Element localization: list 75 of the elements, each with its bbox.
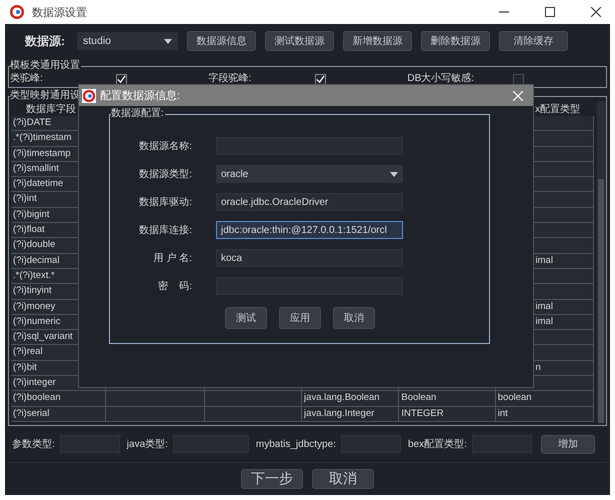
table-cell: (?i)bigint	[13, 208, 50, 220]
footer-button[interactable]: 取消	[312, 469, 374, 489]
app-logo-icon	[82, 88, 96, 102]
table-cell: .*(?i)timestam	[13, 132, 72, 144]
table-cell: (?i)boolean	[13, 392, 61, 404]
table-cell: (?i)money	[13, 300, 56, 312]
app-logo-icon	[10, 5, 24, 19]
dialog-button[interactable]: 取消	[333, 307, 375, 329]
table-cell: imal	[536, 300, 553, 312]
group-legend: 模板类通用设置	[10, 60, 81, 72]
add-button[interactable]: 增加	[540, 434, 595, 454]
table-cell: imal	[536, 254, 553, 266]
datasource-dropdown[interactable]: studio	[77, 32, 178, 50]
toolbar-button[interactable]: 数据源信息	[187, 31, 256, 51]
column-header[interactable]: x配置类型	[535, 102, 580, 116]
input-field[interactable]: jdbc:oracle:thin:@127.0.0.1:1521/orcl	[216, 221, 403, 239]
option-label: 字段驼峰:	[208, 73, 252, 85]
field-label: 数据源名称:	[138, 140, 192, 153]
maximize-icon[interactable]	[545, 7, 555, 17]
table-cell: imal	[536, 316, 553, 327]
footer-button[interactable]: 下一步	[241, 469, 303, 489]
close-icon[interactable]	[591, 7, 601, 17]
table-cell: INTEGER	[401, 408, 444, 419]
field-label: mybatis_jdbctype:	[256, 438, 336, 450]
dialog-button[interactable]: 应用	[279, 307, 321, 329]
table-cell: java.lang.Integer	[304, 408, 374, 419]
table-cell: (?i)tinyint	[13, 285, 52, 296]
caret-icon	[164, 38, 172, 44]
table-cell: .*(?i)text.*	[13, 270, 55, 281]
input-field[interactable]: oracle.jdbc.OracleDriver	[216, 193, 403, 211]
table-cell: (?i)datetime	[13, 178, 64, 190]
table-cell: (?i)real	[13, 346, 43, 358]
option-label: DB大小写敏感:	[407, 73, 476, 85]
field-label: 参数类型:	[12, 438, 55, 451]
table-cell: (?i)serial	[13, 408, 50, 419]
table-cell: (?i)timestamp	[13, 148, 71, 159]
checkbox[interactable]	[116, 74, 127, 84]
field-label: 用 户 名:	[152, 252, 192, 265]
datasource-label: 数据源:	[25, 32, 66, 50]
table-cell: (?i)integer	[13, 377, 56, 388]
toolbar-button[interactable]: 新增数据源	[343, 31, 412, 51]
table-cell: (?i)float	[13, 224, 45, 236]
type-dropdown[interactable]: oracle	[216, 165, 403, 183]
option-label: 类驼峰:	[10, 73, 44, 85]
group-legend: 数据源配置:	[111, 108, 165, 120]
dialog-button[interactable]: 测试	[225, 307, 267, 329]
table-cell: (?i)int	[13, 193, 37, 204]
scrollbar[interactable]	[597, 101, 605, 423]
field-label: 密 码:	[157, 280, 192, 293]
table-cell: java.lang.Boolean	[304, 392, 380, 404]
checkbox[interactable]	[314, 74, 326, 84]
field-label: bex配置类型:	[408, 438, 467, 451]
table-cell: (?i)decimal	[13, 254, 60, 266]
table-cell: (?i)smallint	[13, 162, 59, 174]
field-label: 数据源类型:	[138, 168, 192, 181]
window-title: 数据源设置	[32, 6, 87, 20]
table-cell: (?i)bit	[13, 362, 37, 373]
dialog-title: 配置数据源信息:	[100, 89, 180, 103]
field-label: 数据库连接:	[138, 224, 192, 237]
table-cell: (?i)DATE	[13, 117, 52, 128]
toolbar-button[interactable]: 清除缓存	[499, 31, 568, 51]
toolbar-button[interactable]: 删除数据源	[421, 31, 490, 51]
input-field[interactable]: koca	[216, 249, 403, 267]
field-label: 数据库驱动:	[138, 196, 192, 209]
table-cell: (?i)sql_variant	[13, 331, 73, 342]
column-header[interactable]: 数据库字段	[26, 102, 76, 116]
table-cell: (?i)numeric	[13, 316, 61, 327]
table-cell: Boolean	[401, 392, 436, 404]
table-cell: (?i)double	[13, 239, 56, 250]
field-label: java类型:	[126, 438, 168, 451]
table-cell: int	[498, 408, 508, 419]
checkbox[interactable]	[513, 74, 524, 84]
table-cell: boolean	[498, 392, 532, 404]
toolbar-button[interactable]: 测试数据源	[265, 31, 334, 51]
table-cell: n	[536, 362, 541, 373]
